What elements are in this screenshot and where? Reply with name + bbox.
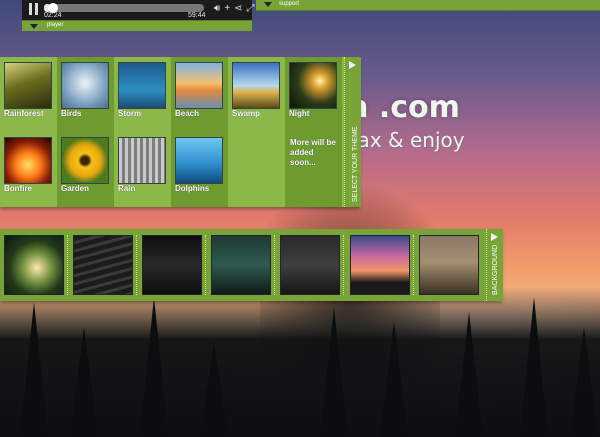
tree-silhouette — [520, 297, 548, 437]
background-label: BACKGROUND — [492, 244, 499, 295]
foggy-forest-thumb[interactable] — [211, 235, 271, 295]
theme-label: Night — [289, 109, 310, 118]
birds-thumb — [61, 62, 109, 109]
theme-tile-dolphins[interactable]: Dolphins — [171, 132, 228, 207]
railroad-thumb[interactable] — [73, 235, 133, 295]
divider — [274, 235, 276, 295]
theme-label: Rainforest — [4, 109, 44, 118]
swamp-thumb — [232, 62, 280, 109]
fullscreen-icon[interactable]: ⤢ — [247, 3, 255, 15]
theme-panel: Rainforest Birds Storm Beach Swamp Night… — [0, 57, 361, 207]
theme-tile-beach[interactable]: Beach — [171, 57, 228, 132]
tree-silhouette — [570, 327, 598, 437]
pause-icon[interactable] — [28, 3, 40, 15]
theme-tile-night[interactable]: Night — [285, 57, 342, 132]
theme-label: Storm — [118, 109, 142, 118]
background-panel: BACKGROUND — [0, 229, 503, 301]
background-panel-sidebar[interactable]: BACKGROUND — [486, 229, 503, 301]
theme-label: Swamp — [232, 109, 261, 118]
dolphins-thumb — [175, 137, 223, 184]
chevron-right-icon[interactable] — [491, 233, 498, 241]
tree-silhouette — [20, 302, 48, 437]
theme-label: Rain — [118, 184, 136, 193]
support-toggle-bar[interactable]: support — [256, 0, 600, 11]
select-theme-label: SELECT YOUR THEME — [352, 126, 359, 202]
bonfire-thumb — [4, 137, 52, 184]
share-icon[interactable]: ⋖ — [234, 3, 242, 15]
theme-label: Garden — [61, 184, 90, 193]
garden-thumb — [61, 137, 109, 184]
storm-thumb — [118, 62, 166, 109]
chevron-down-icon — [264, 2, 272, 7]
theme-tile-storm[interactable]: Storm — [114, 57, 171, 132]
theme-tile-coming-soon: More will be added soon... — [285, 132, 342, 207]
background-thumbnails — [0, 229, 485, 301]
tree-silhouette — [200, 342, 228, 437]
player-toggle-bar[interactable]: player — [22, 20, 252, 31]
divider — [136, 235, 138, 295]
night-field-thumb[interactable] — [4, 235, 64, 295]
theme-label: Birds — [61, 109, 82, 118]
theme-label: Bonfire — [4, 184, 32, 193]
rain-thumb — [118, 137, 166, 184]
sunset-trees-thumb[interactable] — [350, 235, 410, 295]
total-time: 59:44 — [188, 12, 206, 19]
divider — [413, 235, 415, 295]
theme-grid: Rainforest Birds Storm Beach Swamp Night… — [0, 57, 344, 207]
theme-tile-swamp[interactable]: Swamp — [228, 57, 285, 132]
divider — [343, 235, 345, 295]
tree-silhouette — [70, 327, 98, 437]
tree-silhouette — [455, 312, 483, 437]
theme-tile-garden[interactable]: Garden — [57, 132, 114, 207]
chevron-down-icon — [30, 24, 38, 29]
tree-silhouette — [380, 322, 408, 437]
theme-tile-rain[interactable]: Rain — [114, 132, 171, 207]
theme-label: Beach — [175, 109, 200, 118]
tree-silhouette — [140, 297, 168, 437]
site-tagline: lax & enjoy — [352, 128, 465, 152]
theme-tile-birds[interactable]: Birds — [57, 57, 114, 132]
cabin-thumb[interactable] — [142, 235, 202, 295]
progress-bar[interactable] — [44, 4, 204, 12]
theme-panel-sidebar[interactable]: SELECT YOUR THEME — [344, 57, 361, 207]
grass-moon-thumb[interactable] — [419, 235, 479, 295]
support-toggle-label: support — [279, 1, 300, 7]
divider — [205, 235, 207, 295]
rainforest-thumb — [4, 62, 52, 109]
tree-silhouette — [320, 307, 348, 437]
theme-tile-empty — [228, 132, 285, 207]
elapsed-time: 02:24 — [44, 12, 62, 19]
player-toggle-label: player — [47, 22, 64, 28]
divider — [67, 235, 69, 295]
player-controls: 🔊︎ + ⋖ ⤢ — [214, 3, 255, 15]
forest-silhouette — [0, 287, 600, 437]
chevron-right-icon[interactable] — [349, 61, 356, 69]
dark-woods-thumb[interactable] — [280, 235, 340, 295]
coming-soon-text: More will be added soon... — [290, 138, 336, 167]
beach-thumb — [175, 62, 223, 109]
site-domain-text: n .com — [347, 90, 460, 125]
theme-tile-rainforest[interactable]: Rainforest — [0, 57, 57, 132]
night-thumb — [289, 62, 337, 109]
volume-icon[interactable]: 🔊︎ — [214, 3, 220, 15]
audio-player: 02:24 59:44 🔊︎ + ⋖ ⤢ player — [22, 0, 255, 31]
theme-tile-bonfire[interactable]: Bonfire — [0, 132, 57, 207]
add-icon[interactable]: + — [224, 3, 230, 15]
theme-label: Dolphins — [175, 184, 210, 193]
